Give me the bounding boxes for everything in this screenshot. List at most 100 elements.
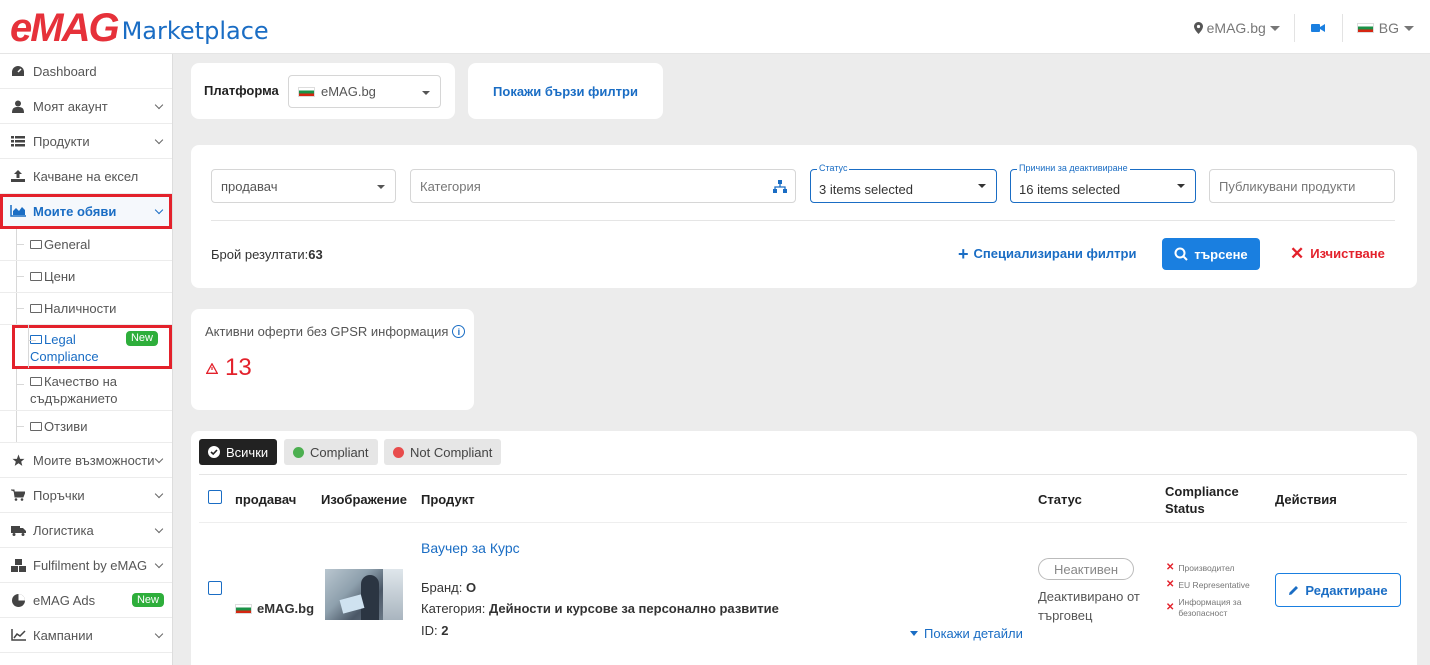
sidebar-item-campaigns[interactable]: Кампании — [0, 618, 172, 653]
tab-not-compliant[interactable]: Not Compliant — [384, 439, 502, 465]
seller-select[interactable]: продавач — [211, 169, 396, 203]
category-input[interactable]: Категория — [410, 169, 796, 203]
show-details-button[interactable]: Покажи детайли — [910, 626, 1023, 641]
results-value: 63 — [308, 247, 323, 262]
top-header: eMAG Marketplace eMAG.bg BG — [0, 0, 1430, 54]
platform-select-value: eMAG.bg — [321, 84, 376, 99]
video-camera-button[interactable] — [1295, 14, 1343, 42]
info-icon[interactable]: i — [452, 325, 466, 338]
quick-filters-button[interactable]: Покажи бързи филтри — [493, 84, 638, 99]
language-switcher[interactable]: BG — [1343, 20, 1414, 36]
chevron-down-icon — [154, 559, 164, 569]
column-header-image: Изображение — [321, 492, 407, 507]
deactivation-reasons-select[interactable]: Причини за деактивиране 16 items selecte… — [1010, 163, 1196, 203]
tab-all-label: Всички — [226, 444, 269, 460]
sidebar-subitem-stock[interactable]: Наличности — [0, 293, 172, 325]
sidebar-item-label: Качване на ексел — [33, 168, 139, 184]
upload-icon — [10, 169, 26, 183]
sidebar-subitem-prices[interactable]: Цени — [0, 261, 172, 293]
sidebar-item-logistics[interactable]: Логистика — [0, 513, 172, 548]
chevron-down-icon — [154, 454, 164, 464]
product-image-building — [383, 569, 403, 620]
search-button[interactable]: търсене — [1162, 238, 1260, 270]
compliance-item-manufacturer: ✕ Производител — [1166, 563, 1234, 574]
user-icon — [10, 99, 26, 113]
compliance-header-line-1: Compliance — [1165, 484, 1239, 499]
platform-select[interactable]: eMAG.bg — [288, 75, 441, 108]
gpsr-title-text: Активни оферти без GPSR информация — [205, 324, 449, 339]
published-products-input[interactable]: Публикувани продукти — [1209, 169, 1395, 203]
sidebar-item-label: Поръчки — [33, 487, 85, 503]
star-icon — [10, 453, 26, 467]
sidebar-item-label: Моите обяви — [33, 203, 117, 219]
search-button-label: търсене — [1194, 246, 1248, 262]
sidebar-item-orders[interactable]: Поръчки — [0, 478, 172, 513]
sidebar-subitem-legal-compliance[interactable]: Legal Compliance New — [12, 325, 172, 369]
status-select[interactable]: Статус 3 items selected — [810, 163, 997, 203]
sidebar-item-my-listings[interactable]: Моите обяви — [0, 194, 172, 229]
sidebar-item-products[interactable]: Продукти — [0, 124, 172, 159]
gpsr-count[interactable]: 13 — [206, 354, 252, 382]
sidebar-subitem-content-quality[interactable]: Качество на съдържанието — [0, 369, 172, 411]
truck-icon — [10, 523, 26, 537]
sidebar-item-emag-ads[interactable]: eMAG Ads New — [0, 583, 172, 618]
folder-icon — [30, 376, 42, 386]
cross-icon: ✕ — [1166, 579, 1175, 590]
chevron-down-icon — [154, 205, 164, 215]
platform-card: Платформа eMAG.bg — [191, 63, 455, 119]
product-title-link[interactable]: Ваучер за Курс — [421, 540, 520, 556]
column-header-product[interactable]: Продукт — [421, 492, 475, 507]
warning-icon — [206, 362, 218, 374]
sidebar-item-my-account[interactable]: Моят акаунт — [0, 89, 172, 124]
green-dot-icon — [293, 446, 304, 458]
cart-icon — [10, 488, 26, 502]
sitemap-icon[interactable] — [773, 180, 787, 193]
tab-compliant[interactable]: Compliant — [284, 439, 378, 465]
close-icon: ✕ — [1290, 243, 1305, 263]
published-products-placeholder: Публикувани продукти — [1219, 178, 1356, 194]
sidebar-item-excel-upload[interactable]: Качване на ексел — [0, 159, 172, 194]
emag-marketplace-logo[interactable]: eMAG Marketplace — [10, 8, 269, 48]
category-label: Категория: — [421, 601, 486, 616]
product-image[interactable] — [325, 569, 403, 620]
sidebar-subitem-label: General — [44, 237, 91, 252]
logo-brand: eMAG — [10, 6, 120, 50]
product-category: Категория: Дейности и курсове за персона… — [421, 601, 779, 616]
id-value: 2 — [441, 623, 449, 638]
quick-filters-card[interactable]: Покажи бързи филтри — [468, 63, 663, 119]
sidebar-item-my-opportunities[interactable]: Моите възможности — [0, 443, 172, 478]
select-all-checkbox[interactable] — [208, 490, 222, 504]
compliance-item-label: EU Representative — [1178, 580, 1250, 590]
caret-down-icon — [910, 631, 918, 636]
folder-icon — [30, 272, 42, 281]
gpsr-card: Активни оферти без GPSR информация i 13 — [191, 309, 474, 410]
column-header-status[interactable]: Статус — [1038, 492, 1082, 507]
column-header-seller[interactable]: продавач — [235, 492, 296, 507]
sidebar-subitem-reviews[interactable]: Отзиви — [0, 411, 172, 443]
tab-all[interactable]: Всички — [199, 439, 278, 465]
bulgaria-flag-icon — [298, 86, 315, 97]
sidebar-subitem-label: Наличности — [44, 301, 117, 316]
sidebar-item-label: Fulfilment by eMAG — [33, 557, 148, 573]
new-badge: New — [125, 331, 158, 346]
sidebar-subitem-general[interactable]: General — [0, 229, 172, 261]
edit-button[interactable]: Редактиране — [1275, 573, 1401, 607]
bulgaria-flag-icon — [235, 603, 252, 614]
ads-icon — [10, 593, 26, 607]
clear-button[interactable]: ✕ Изчистване — [1290, 243, 1385, 263]
specialized-filters-button[interactable]: + Специализирани филтри — [958, 245, 1136, 263]
table-row: eMAG.bg Ваучер за Курс Бранд: O Категори… — [191, 523, 1417, 663]
platform-switcher-label: eMAG.bg — [1206, 20, 1266, 36]
deactivation-reasons-legend: Причини за деактивиране — [1017, 163, 1130, 173]
folder-icon — [30, 304, 42, 313]
platform-switcher[interactable]: eMAG.bg — [1193, 14, 1295, 42]
folder-icon — [30, 422, 42, 431]
logo-product: Marketplace — [121, 17, 269, 45]
dashboard-icon — [10, 64, 26, 78]
tab-compliant-label: Compliant — [310, 444, 369, 460]
tabs-divider — [199, 474, 1407, 475]
list-icon — [10, 134, 26, 148]
row-checkbox[interactable] — [208, 581, 222, 595]
sidebar-item-fulfilment[interactable]: Fulfilment by eMAG — [0, 548, 172, 583]
sidebar-item-dashboard[interactable]: Dashboard — [0, 54, 172, 89]
